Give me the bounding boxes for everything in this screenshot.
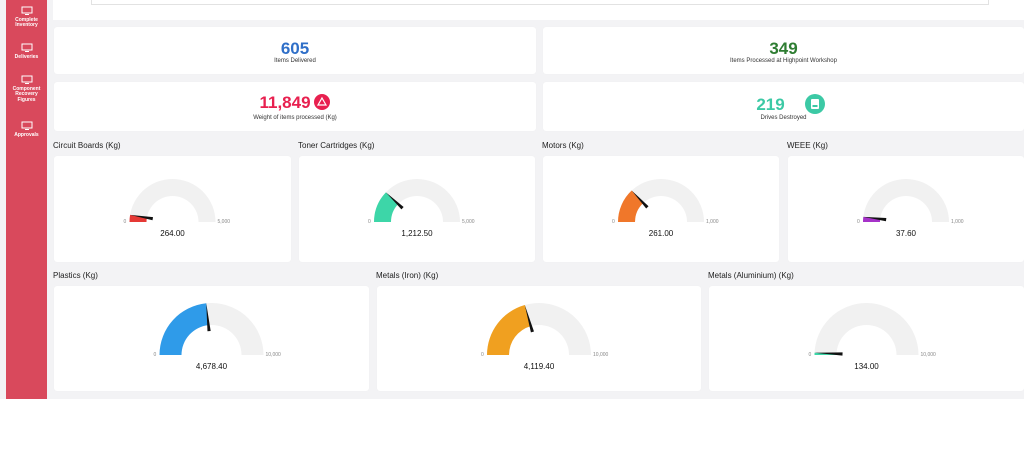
gauge-max-label: 10,000 bbox=[920, 352, 936, 358]
monitor-icon bbox=[21, 43, 32, 52]
items-processed-value: 349 bbox=[769, 39, 798, 58]
gauge-track bbox=[814, 303, 919, 355]
drives-destroyed-label: Drives Destroyed bbox=[760, 115, 807, 121]
gauge-chart bbox=[487, 303, 591, 355]
gauge-chart bbox=[374, 179, 460, 222]
gauge-value: 134.00 bbox=[854, 362, 879, 371]
sidebar-item-deliveries[interactable]: Deliveries bbox=[6, 43, 47, 60]
monitor-icon bbox=[21, 121, 32, 130]
gauge-value: 1,212.50 bbox=[401, 229, 433, 238]
gauge-min-label: 0 bbox=[153, 352, 157, 358]
warning-triangle-icon bbox=[314, 94, 330, 110]
weight-processed-label: Weight of items processed (Kg) bbox=[253, 115, 337, 121]
items-processed-label: Items Processed at Highpoint Workshop bbox=[730, 58, 837, 64]
gauge-title: Circuit Boards (Kg) bbox=[53, 141, 121, 150]
app-shell: Complete Inventory Deliveries Component … bbox=[0, 0, 1024, 399]
filter-bar bbox=[91, 0, 989, 5]
top-panel bbox=[53, 0, 1024, 20]
gauge-track bbox=[129, 179, 216, 222]
gauge-card-plastics: 0 10,000 4,678.40 bbox=[54, 286, 369, 391]
gauge-max-label: 10,000 bbox=[593, 352, 609, 358]
gauge-max-label: 1,000 bbox=[951, 219, 964, 225]
gauge-title: Toner Cartridges (Kg) bbox=[298, 141, 375, 150]
gauge-card-metals-iron: 0 10,000 4,119.40 bbox=[377, 286, 701, 391]
stat-card-weight-processed: 11,849 Weight of items processed (Kg) bbox=[54, 82, 536, 131]
gauge-min-label: 0 bbox=[481, 352, 484, 358]
gauge-chart bbox=[814, 303, 919, 356]
gauge-value: 264.00 bbox=[160, 229, 185, 238]
drive-icon bbox=[805, 94, 825, 114]
sidebar-item-complete-inventory[interactable]: Complete Inventory bbox=[6, 6, 47, 29]
sidebar-item-label: Figures bbox=[17, 96, 36, 103]
gauge-card-metals-aluminium: 0 10,000 134.00 bbox=[709, 286, 1024, 391]
gauge-min-label: 0 bbox=[808, 352, 812, 358]
gauge-max-label: 5,000 bbox=[217, 219, 231, 225]
gauge-min-label: 0 bbox=[857, 219, 860, 225]
gauge-title: Metals (Aluminium) (Kg) bbox=[708, 271, 794, 280]
monitor-icon bbox=[21, 6, 32, 15]
gauge-title: Metals (Iron) (Kg) bbox=[376, 271, 439, 280]
sidebar-item-approvals[interactable]: Approvals bbox=[6, 121, 47, 138]
gauge-track bbox=[863, 179, 949, 222]
gauge-fill bbox=[487, 304, 531, 355]
sidebar: Complete Inventory Deliveries Component … bbox=[6, 0, 47, 399]
gauge-value: 261.00 bbox=[648, 229, 674, 238]
gauge-min-label: 0 bbox=[368, 219, 371, 225]
gauge-card-weee: 0 1,000 37.60 bbox=[788, 156, 1024, 262]
gauge-card-circuit-boards: 0 5,000 264.00 bbox=[54, 156, 291, 262]
drives-destroyed-value: 219 bbox=[756, 95, 785, 114]
gauge-card-toner-cartridges: 0 5,000 1,212.50 bbox=[299, 156, 535, 262]
gauge-chart bbox=[863, 179, 949, 222]
gauge-title: Plastics (Kg) bbox=[53, 271, 98, 280]
gauge-chart bbox=[618, 179, 704, 222]
monitor-icon bbox=[21, 75, 32, 84]
gauge-title: WEEE (Kg) bbox=[787, 141, 828, 150]
gauge-chart bbox=[129, 179, 216, 222]
gauge-card-motors: 0 1,000 261.00 bbox=[543, 156, 779, 262]
gauge-value: 4,119.40 bbox=[523, 362, 555, 371]
sidebar-item-component-recovery-figures[interactable]: Component Recovery Figures bbox=[6, 75, 47, 103]
gauge-value: 37.60 bbox=[895, 229, 917, 238]
gauge-fill bbox=[159, 303, 209, 355]
stat-card-items-delivered: 605 Items Delivered bbox=[54, 27, 536, 74]
gauge-min-label: 0 bbox=[123, 219, 127, 225]
gauge-max-label: 1,000 bbox=[706, 219, 719, 225]
weight-processed-value: 11,849 bbox=[259, 93, 311, 112]
items-delivered-label: Items Delivered bbox=[274, 58, 316, 64]
sidebar-item-label: Deliveries bbox=[14, 54, 39, 60]
gauge-chart bbox=[159, 303, 264, 355]
gauge-max-label: 5,000 bbox=[462, 219, 475, 225]
stat-card-items-processed: 349 Items Processed at Highpoint Worksho… bbox=[543, 27, 1024, 74]
gauge-title: Motors (Kg) bbox=[542, 141, 584, 150]
gauge-value: 4,678.40 bbox=[195, 362, 228, 371]
sidebar-item-label: Approvals bbox=[14, 132, 39, 138]
sidebar-item-label: Inventory bbox=[15, 22, 38, 29]
stat-card-drives-destroyed: 219 Drives Destroyed bbox=[543, 82, 1024, 131]
gauge-min-label: 0 bbox=[612, 219, 615, 225]
items-delivered-value: 605 bbox=[280, 39, 310, 58]
gauge-max-label: 10,000 bbox=[265, 352, 281, 358]
